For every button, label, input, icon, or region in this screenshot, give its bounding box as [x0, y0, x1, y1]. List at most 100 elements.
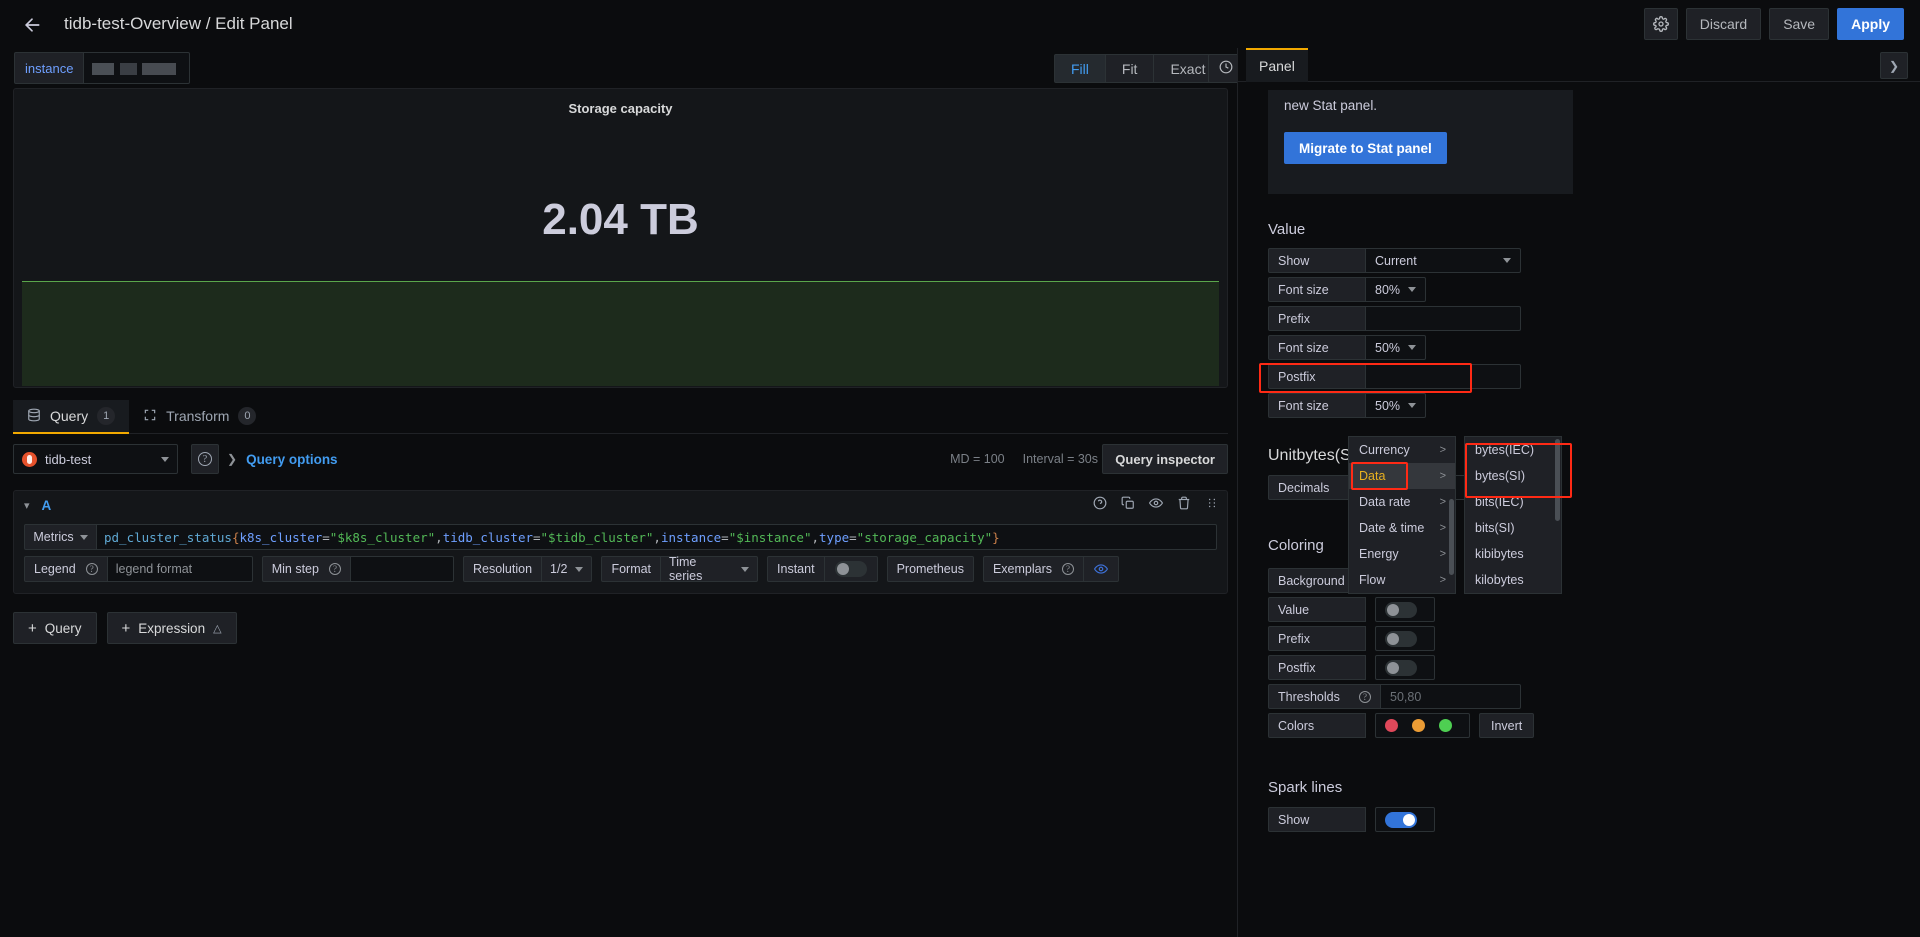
chevron-right-icon: > [1439, 470, 1446, 482]
unit-item-kibibytes[interactable]: kibibytes [1465, 541, 1561, 567]
coloring-postfix-toggle[interactable] [1385, 659, 1417, 676]
resolution-select[interactable]: 1/2 [542, 556, 593, 582]
variable-value-instance[interactable] [83, 52, 191, 84]
postfix-input[interactable] [1366, 364, 1521, 389]
unit-item-bytes-iec[interactable]: bytes(IEC) [1465, 437, 1561, 463]
tab-query[interactable]: Query 1 [13, 400, 130, 434]
coloring-value-toggle[interactable] [1385, 601, 1417, 618]
apply-button[interactable]: Apply [1837, 8, 1904, 40]
coloring-prefix-label: Prefix [1268, 626, 1366, 651]
expr-close-brace: } [992, 529, 1000, 545]
trash-icon[interactable] [1177, 496, 1191, 515]
discard-button[interactable]: Discard [1685, 8, 1762, 40]
color-swatch-orange[interactable] [1412, 719, 1425, 732]
menu-scrollbar[interactable] [1555, 439, 1560, 521]
exemplars-eye-button[interactable] [1084, 556, 1120, 582]
tab-panel[interactable]: Panel [1246, 48, 1308, 82]
query-ref-id[interactable]: A [42, 498, 52, 513]
font-size-select-3[interactable]: 50% [1366, 393, 1426, 418]
show-label: Show [1268, 248, 1366, 273]
chevron-down-icon [1503, 258, 1511, 263]
help-circle-icon[interactable]: ? [1359, 690, 1371, 703]
coloring-prefix-toggle[interactable] [1385, 630, 1417, 647]
tab-transform-count: 0 [238, 407, 257, 425]
help-circle-icon[interactable] [1093, 496, 1107, 515]
show-select[interactable]: Current [1366, 248, 1521, 273]
font-size-value-3: 50% [1375, 398, 1401, 413]
datasource-help-button[interactable]: ? [191, 444, 219, 474]
unit-item-bytes-si[interactable]: bytes(SI) [1465, 463, 1561, 489]
mode-fill-button[interactable]: Fill [1054, 54, 1106, 83]
promql-expression-input[interactable]: pd_cluster_status{k8s_cluster = "$k8s_clus… [97, 524, 1217, 550]
query-inspector-button[interactable]: Query inspector [1102, 444, 1228, 474]
eye-icon [1094, 564, 1109, 574]
menu-scrollbar[interactable] [1449, 499, 1454, 575]
add-query-button[interactable]: + Query [13, 612, 97, 644]
chevron-right-icon: > [1439, 522, 1446, 534]
invert-colors-button[interactable]: Invert [1479, 713, 1535, 738]
coloring-postfix-toggle-wrap [1375, 655, 1435, 680]
options-body: new Stat panel. Migrate to Stat panel Va… [1238, 82, 1920, 937]
tab-transform[interactable]: Transform 0 [129, 400, 270, 434]
datasource-picker[interactable]: tidb-test [13, 444, 178, 474]
unit-category-date-time[interactable]: Date & time > [1349, 515, 1455, 541]
unit-category-energy[interactable]: Energy > [1349, 541, 1455, 567]
thresholds-label-wrap: Thresholds ? [1268, 684, 1381, 709]
color-swatch-red[interactable] [1385, 719, 1398, 732]
query-interval: Interval = 30s [1022, 452, 1098, 466]
coloring-postfix-label: Postfix [1268, 655, 1366, 680]
chevron-down-icon [1408, 287, 1416, 292]
value-section-title: Value [1268, 221, 1306, 238]
unit-category-flow[interactable]: Flow > [1349, 567, 1455, 593]
add-expression-button[interactable]: + Expression △ [106, 612, 237, 644]
duplicate-icon[interactable] [1121, 496, 1135, 515]
font-size-select-1[interactable]: 80% [1366, 277, 1426, 302]
options-tabbar: Panel ❯ [1238, 48, 1920, 82]
help-circle-icon[interactable]: ? [328, 563, 341, 575]
chevron-down-icon[interactable]: ▾ [24, 499, 30, 512]
chevron-right-icon: > [1439, 574, 1446, 586]
help-circle-icon[interactable]: ? [1062, 563, 1075, 575]
unit-category-label: Energy [1359, 547, 1399, 561]
unit-category-data-rate[interactable]: Data rate > [1349, 489, 1455, 515]
query-meta: MD = 100 Interval = 30s [950, 444, 1098, 474]
migrate-to-stat-button[interactable]: Migrate to Stat panel [1284, 132, 1447, 164]
help-circle-icon[interactable]: ? [85, 563, 98, 575]
field-postfix: Postfix [1268, 364, 1521, 389]
chevron-down-icon [161, 456, 169, 462]
query-row-actions [1093, 491, 1219, 519]
chevron-right-icon[interactable]: ❯ [1880, 52, 1908, 79]
mode-fit-button[interactable]: Fit [1104, 54, 1155, 83]
gear-icon[interactable] [1643, 8, 1678, 40]
thresholds-label: Thresholds [1278, 689, 1340, 704]
chevron-down-icon [575, 566, 584, 572]
query-options-toggle[interactable]: ❯ Query options [227, 444, 338, 474]
unit-item-bits-si[interactable]: bits(SI) [1465, 515, 1561, 541]
database-icon [27, 408, 41, 425]
thresholds-input[interactable]: 50,80 [1381, 684, 1521, 709]
format-value: Time series [669, 555, 703, 583]
min-step-input[interactable] [350, 556, 454, 582]
font-size-select-2[interactable]: 50% [1366, 335, 1426, 360]
save-button[interactable]: Save [1769, 8, 1830, 40]
font-size-value-2: 50% [1375, 340, 1401, 355]
expr-sep: , [811, 529, 820, 545]
prefix-input[interactable] [1366, 306, 1521, 331]
add-query-label: Query [44, 620, 82, 636]
unit-item-kilobytes[interactable]: kilobytes [1465, 567, 1561, 593]
spark-show-toggle[interactable] [1385, 811, 1417, 828]
metrics-dropdown[interactable]: Metrics [24, 524, 97, 550]
unit-category-currency[interactable]: Currency > [1349, 437, 1455, 463]
drag-handle-icon[interactable] [1205, 496, 1219, 515]
back-arrow-icon[interactable] [18, 11, 46, 39]
expr-sep: , [653, 529, 661, 545]
legend-format-input[interactable]: legend format [107, 556, 253, 582]
instant-toggle[interactable] [834, 561, 867, 577]
unit-item-bits-iec[interactable]: bits(IEC) [1465, 489, 1561, 515]
unit-category-data[interactable]: Data > [1349, 463, 1455, 489]
eye-icon[interactable] [1148, 496, 1164, 515]
format-select[interactable]: Time series [661, 555, 759, 583]
chevron-down-icon [741, 566, 750, 572]
color-swatch-green[interactable] [1439, 719, 1452, 732]
color-swatch-group [1375, 713, 1470, 738]
